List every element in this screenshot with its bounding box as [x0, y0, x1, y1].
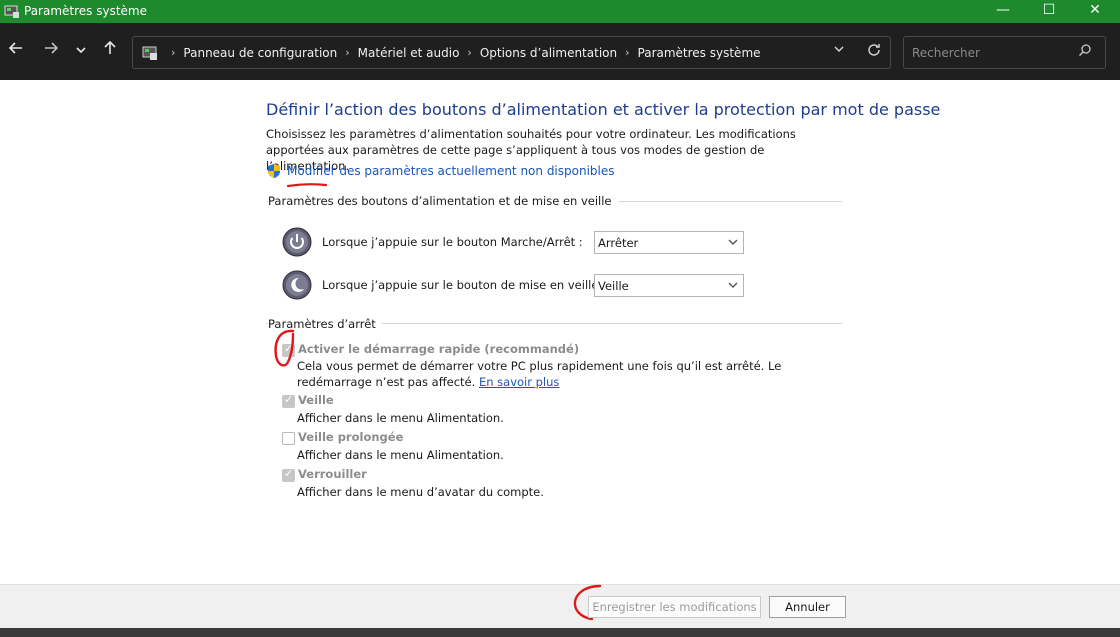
chevron-down-icon [76, 47, 86, 54]
sleep-button-icon [282, 270, 312, 300]
forward-button[interactable] [40, 39, 62, 63]
control-panel-icon [4, 5, 19, 18]
save-changes-button[interactable]: Enregistrer les modifications [588, 596, 761, 618]
breadcrumb-item[interactable]: Options d’alimentation [480, 46, 617, 60]
power-button-label: Lorsque j’appuie sur le bouton Marche/Ar… [322, 235, 583, 249]
hibernate-option-title: Veille prolongée [298, 430, 404, 444]
hibernate-option-description: Afficher dans le menu Alimentation. [297, 448, 504, 462]
sleep-option-title: Veille [298, 393, 334, 407]
search-box[interactable] [903, 36, 1106, 69]
fast-startup-title: Activer le démarrage rapide (recommandé) [298, 342, 580, 356]
window-title: Paramètres système [24, 4, 147, 18]
breadcrumb-item[interactable]: Paramètres système [638, 46, 761, 60]
breadcrumb-separator[interactable]: › [625, 46, 629, 59]
chevron-down-icon [728, 282, 738, 288]
page-title: Définir l’action des boutons d’alimentat… [266, 100, 941, 119]
close-button[interactable]: ✕ [1072, 0, 1118, 23]
lock-option-description: Afficher dans le menu d’avatar du compte… [297, 485, 544, 499]
learn-more-link[interactable]: En savoir plus [479, 375, 559, 389]
breadcrumb-item[interactable]: Panneau de configuration [183, 46, 337, 60]
arrow-left-icon [8, 42, 22, 54]
refresh-icon [868, 44, 880, 56]
breadcrumb-item[interactable]: Matériel et audio [358, 46, 460, 60]
recent-locations-button[interactable] [70, 39, 92, 63]
sleep-option-checkbox[interactable] [282, 393, 295, 408]
maximize-button[interactable]: ☐ [1026, 0, 1072, 23]
sleep-option-description: Afficher dans le menu Alimentation. [297, 411, 504, 425]
minimize-button[interactable]: — [980, 0, 1026, 23]
search-icon [1078, 43, 1092, 61]
sleep-button-action-select[interactable]: Veille [594, 274, 744, 297]
power-button-icon [282, 227, 312, 257]
cancel-button[interactable]: Annuler [769, 596, 846, 618]
breadcrumb-separator[interactable]: › [467, 46, 471, 59]
refresh-button[interactable] [866, 42, 882, 62]
back-button[interactable] [5, 39, 27, 63]
taskbar-edge [0, 628, 1120, 637]
lock-option-title: Verrouiller [298, 467, 367, 481]
breadcrumb-separator: › [171, 46, 176, 59]
fast-startup-description: Cela vous permet de démarrer votre PC pl… [297, 358, 842, 390]
power-buttons-section-title: Paramètres des boutons d’alimentation et… [268, 194, 618, 208]
navigation-bar: › Panneau de configuration › Matériel et… [0, 23, 1120, 80]
main-content: Définir l’action des boutons d’alimentat… [0, 80, 1120, 584]
select-value: Veille [598, 279, 629, 293]
address-history-button[interactable] [833, 43, 845, 59]
select-value: Arrêter [598, 236, 639, 250]
power-button-action-select[interactable]: Arrêter [594, 231, 744, 254]
arrow-right-icon [45, 42, 59, 54]
arrow-up-icon [104, 40, 116, 54]
annotation-underline [287, 183, 327, 188]
title-bar: Paramètres système — ☐ ✕ [0, 0, 1120, 23]
sleep-button-label: Lorsque j’appuie sur le bouton de mise e… [322, 278, 606, 292]
modify-settings-link[interactable]: Modifier des paramètres actuellement non… [287, 164, 615, 178]
lock-option-checkbox[interactable] [282, 467, 295, 482]
hibernate-option-checkbox[interactable] [282, 432, 295, 445]
uac-shield-icon [268, 164, 280, 178]
control-panel-icon [142, 46, 157, 60]
search-input[interactable] [912, 44, 1072, 62]
chevron-down-icon [834, 46, 844, 52]
address-bar[interactable]: › Panneau de configuration › Matériel et… [132, 36, 891, 69]
annotation-circle [274, 329, 295, 367]
chevron-down-icon [728, 239, 738, 245]
breadcrumb-separator[interactable]: › [345, 46, 349, 59]
up-button[interactable] [99, 39, 121, 63]
breadcrumb: › Panneau de configuration › Matériel et… [163, 37, 761, 68]
